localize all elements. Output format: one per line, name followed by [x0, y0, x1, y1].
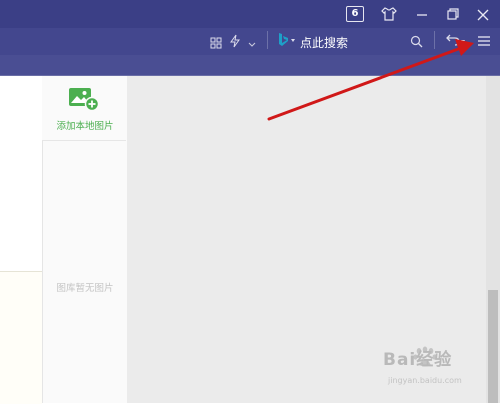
annotation-arrow-head — [455, 39, 474, 56]
annotation-arrow — [267, 39, 474, 121]
